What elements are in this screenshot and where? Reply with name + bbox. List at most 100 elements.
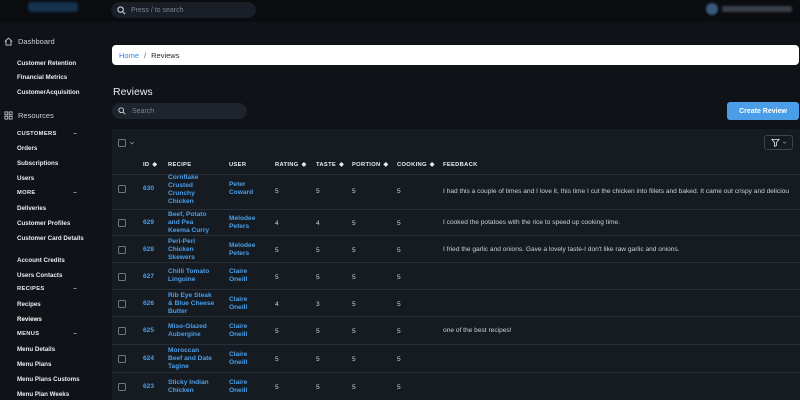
column-label: ID bbox=[143, 162, 150, 168]
collapse-icon: – bbox=[73, 331, 77, 337]
search-input[interactable]: Search bbox=[112, 103, 247, 119]
recipe-line: Linguine bbox=[168, 276, 196, 283]
row-recipe-link[interactable]: Sticky Indian Chicken bbox=[168, 379, 209, 395]
row-checkbox[interactable] bbox=[118, 383, 126, 391]
row-checkbox[interactable] bbox=[118, 327, 126, 335]
global-search-input[interactable]: Press / to search bbox=[111, 2, 256, 18]
sidebar-item-orders[interactable]: Orders bbox=[17, 145, 87, 152]
row-recipe-link[interactable]: Rib Eye Steak & Blue Cheese Butter bbox=[168, 292, 214, 316]
row-id[interactable]: 630 bbox=[143, 185, 154, 192]
row-id[interactable]: 627 bbox=[143, 273, 154, 280]
recipe-line: Miso-Glazed bbox=[168, 323, 207, 330]
collapse-icon: – bbox=[73, 286, 77, 292]
row-user-link[interactable]: Melodee Peters bbox=[229, 242, 255, 258]
row-checkbox[interactable] bbox=[118, 246, 126, 254]
sidebar-item-users-contacts[interactable]: Users Contacts bbox=[17, 272, 87, 279]
filter-button[interactable] bbox=[764, 135, 793, 150]
sidebar-section-more[interactable]: MORE – bbox=[17, 190, 77, 196]
row-rating: 4 bbox=[275, 301, 279, 308]
sidebar-item-resources[interactable]: Resources bbox=[4, 111, 54, 120]
row-id[interactable]: 624 bbox=[143, 355, 154, 362]
sidebar-item-customer-retention[interactable]: Customer Retention bbox=[17, 60, 87, 67]
select-all-checkbox[interactable] bbox=[118, 139, 126, 147]
sidebar-item-menu-details[interactable]: Menu Details bbox=[17, 346, 87, 353]
row-id[interactable]: 623 bbox=[143, 383, 154, 390]
row-portion: 5 bbox=[352, 356, 356, 363]
collapse-icon: – bbox=[73, 131, 77, 137]
column-header-cooking[interactable]: COOKING ◆ bbox=[397, 162, 435, 168]
sidebar-section-customers[interactable]: CUSTOMERS – bbox=[17, 131, 77, 137]
app-logo[interactable] bbox=[28, 2, 78, 12]
sidebar-section-recipes[interactable]: RECIPES – bbox=[17, 286, 77, 292]
row-id[interactable]: 626 bbox=[143, 300, 154, 307]
sidebar-item-deliveries[interactable]: Deliveries bbox=[17, 205, 87, 212]
row-user-link[interactable]: Claire Oneill bbox=[229, 323, 247, 339]
row-checkbox[interactable] bbox=[118, 300, 126, 308]
user-line: Oneill bbox=[229, 331, 248, 338]
column-header-id[interactable]: ID ◆ bbox=[143, 162, 157, 168]
row-user-link[interactable]: Claire Oneill bbox=[229, 268, 247, 284]
sidebar-item-reviews[interactable]: Reviews bbox=[17, 316, 87, 323]
column-header-taste[interactable]: TASTE ◆ bbox=[316, 162, 344, 168]
row-recipe-link[interactable]: Cornflake Crusted Crunchy Chicken bbox=[168, 174, 198, 206]
user-name-blurred bbox=[722, 6, 792, 12]
table-row[interactable]: 626 Rib Eye Steak & Blue Cheese Butter C… bbox=[112, 289, 800, 316]
sidebar-item-customer-card-details[interactable]: Customer Card Details bbox=[17, 235, 87, 242]
row-user-link[interactable]: Peter Coward bbox=[229, 181, 253, 197]
row-checkbox[interactable] bbox=[118, 219, 126, 227]
recipe-line: Peri-Peri bbox=[168, 238, 196, 245]
sidebar-item-financial-metrics[interactable]: Financial Metrics bbox=[17, 74, 87, 81]
column-header-rating[interactable]: RATING ◆ bbox=[275, 162, 306, 168]
row-id[interactable]: 629 bbox=[143, 219, 154, 226]
column-label: USER bbox=[229, 162, 247, 168]
sidebar-item-account-credits[interactable]: Account Credits bbox=[17, 257, 87, 264]
avatar bbox=[706, 3, 718, 15]
row-id[interactable]: 628 bbox=[143, 246, 154, 253]
sidebar-item-menu-plan-weeks[interactable]: Menu Plan Weeks bbox=[17, 391, 87, 398]
sidebar-item-menu-plans-customs[interactable]: Menu Plans Customs bbox=[17, 376, 87, 383]
table-row[interactable]: 630 Cornflake Crusted Crunchy Chicken Pe… bbox=[112, 174, 800, 205]
column-label: COOKING bbox=[397, 162, 427, 168]
breadcrumb: Home / Reviews bbox=[112, 45, 799, 65]
row-id[interactable]: 625 bbox=[143, 327, 154, 334]
table-row[interactable]: 623 Sticky Indian Chicken Claire Oneill … bbox=[112, 372, 800, 399]
row-recipe-link[interactable]: Moroccan Beef and Date Tagine bbox=[168, 347, 212, 371]
breadcrumb-home-link[interactable]: Home bbox=[119, 51, 139, 60]
create-review-button[interactable]: Create Review bbox=[727, 102, 799, 120]
sidebar-item-recipes[interactable]: Recipes bbox=[17, 301, 87, 308]
sidebar: Dashboard Customer Retention Financial M… bbox=[0, 22, 90, 400]
row-recipe-link[interactable]: Peri-Peri Chicken Skewers bbox=[168, 238, 195, 262]
row-checkbox[interactable] bbox=[118, 355, 126, 363]
sidebar-item-customer-profiles[interactable]: Customer Profiles bbox=[17, 220, 87, 227]
row-user-link[interactable]: Melodee Peters bbox=[229, 215, 255, 231]
sidebar-item-customer-acquisition[interactable]: CustomerAcquisition bbox=[17, 89, 87, 96]
row-user-link[interactable]: Claire Oneill bbox=[229, 296, 247, 312]
row-recipe-link[interactable]: Chilli Tomato Linguine bbox=[168, 268, 209, 284]
sidebar-item-users[interactable]: Users bbox=[17, 175, 87, 182]
table-row[interactable]: 628 Peri-Peri Chicken Skewers Melodee Pe… bbox=[112, 235, 800, 262]
top-bar: Press / to search bbox=[0, 0, 800, 22]
row-user-link[interactable]: Claire Oneill bbox=[229, 351, 247, 367]
sidebar-section-menus[interactable]: MENUS – bbox=[17, 331, 77, 337]
row-user-link[interactable]: Claire Oneill bbox=[229, 379, 247, 395]
table-row[interactable]: 627 Chilli Tomato Linguine Claire Oneill… bbox=[112, 262, 800, 289]
select-all-dropdown[interactable] bbox=[118, 139, 135, 147]
column-header-portion[interactable]: PORTION ◆ bbox=[352, 162, 388, 168]
user-menu[interactable] bbox=[706, 3, 796, 15]
row-checkbox[interactable] bbox=[118, 273, 126, 281]
row-checkbox[interactable] bbox=[118, 185, 126, 193]
row-recipe-link[interactable]: Beef, Potato and Pea Keema Curry bbox=[168, 211, 209, 235]
table-row[interactable]: 629 Beef, Potato and Pea Keema Curry Mel… bbox=[112, 209, 800, 236]
sidebar-item-menu-plans[interactable]: Menu Plans bbox=[17, 361, 87, 368]
table-row[interactable]: 625 Miso-Glazed Aubergine Claire Oneill … bbox=[112, 316, 800, 343]
recipe-line: Chicken bbox=[168, 387, 194, 394]
row-portion: 5 bbox=[352, 188, 356, 195]
sidebar-item-dashboard[interactable]: Dashboard bbox=[4, 37, 55, 46]
table-row[interactable]: 624 Moroccan Beef and Date Tagine Claire… bbox=[112, 344, 800, 371]
row-cooking: 5 bbox=[397, 384, 401, 391]
recipe-line: Chicken bbox=[168, 246, 194, 253]
sidebar-item-subscriptions[interactable]: Subscriptions bbox=[17, 160, 87, 167]
recipe-line: Rib Eye Steak bbox=[168, 292, 212, 299]
row-recipe-link[interactable]: Miso-Glazed Aubergine bbox=[168, 323, 207, 339]
row-rating: 5 bbox=[275, 274, 279, 281]
